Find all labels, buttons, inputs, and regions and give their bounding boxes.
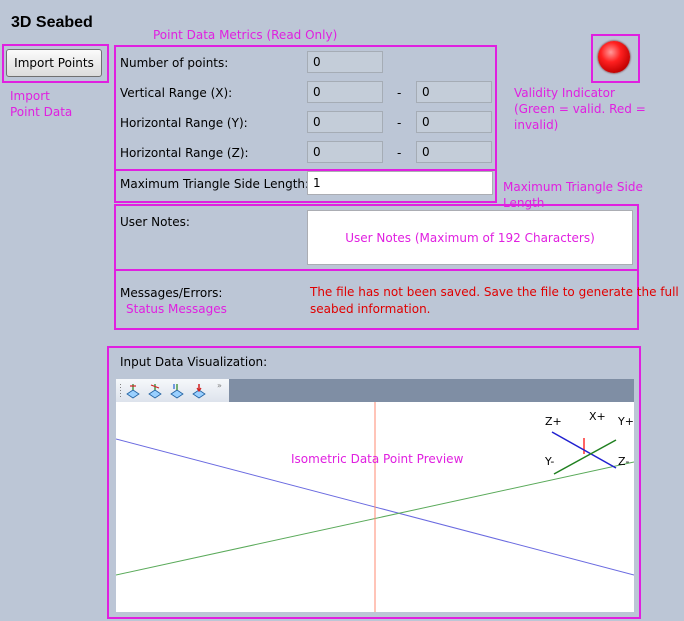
page-title: 3D Seabed: [11, 14, 93, 31]
validity-annotation: Validity Indicator (Green = valid. Red =…: [514, 85, 684, 133]
gizmo-label-y-plus: Y+: [618, 415, 634, 428]
point-count-field: 0: [307, 51, 383, 73]
metric-label-count: Number of points:: [120, 56, 229, 70]
view-iso-icon[interactable]: [192, 384, 206, 399]
toolbar-strip: »: [116, 379, 229, 402]
gizmo-label-x-plus: X+: [589, 410, 606, 423]
preview-annotation: Isometric Data Point Preview: [291, 452, 464, 466]
view-y-icon[interactable]: [148, 384, 162, 399]
import-annotation-line1: Import: [10, 89, 50, 103]
import-annotation: Import Point Data: [10, 88, 72, 120]
status-message-line2: seabed information.: [310, 302, 431, 316]
x-range-min-field: 0: [307, 81, 383, 103]
metric-label-x: Vertical Range (X):: [120, 86, 233, 100]
isometric-preview-canvas[interactable]: Isometric Data Point Preview Z+ X+ Y+ Y-…: [116, 402, 634, 612]
preview-lines: [116, 402, 634, 612]
gizmo-label-y-minus: Y-: [545, 455, 555, 468]
toolbar-overflow-icon[interactable]: »: [217, 381, 222, 390]
metric-label-z: Horizontal Range (Z):: [120, 146, 249, 160]
metrics-annotation: Point Data Metrics (Read Only): [153, 28, 338, 42]
validity-annotation-line1: Validity Indicator: [514, 86, 615, 100]
max-triangle-side-input[interactable]: [307, 171, 493, 195]
messages-annotation: Status Messages: [126, 302, 227, 316]
y-range-min-field: 0: [307, 111, 383, 133]
notes-placeholder: User Notes (Maximum of 192 Characters): [345, 231, 595, 245]
view-x-icon[interactable]: [126, 384, 140, 399]
y-range-separator: -: [397, 116, 402, 130]
gizmo-label-z-minus: Z-: [618, 455, 630, 468]
status-message-line1: The file has not been saved. Save the fi…: [310, 285, 679, 299]
notes-label: User Notes:: [120, 215, 190, 229]
messages-label: Messages/Errors:: [120, 286, 223, 300]
import-points-button[interactable]: Import Points: [6, 49, 102, 77]
visualization-label: Input Data Visualization:: [120, 355, 268, 369]
validity-annotation-line2: (Green = valid. Red = invalid): [514, 102, 646, 132]
x-range-separator: -: [397, 86, 402, 100]
user-notes-input[interactable]: User Notes (Maximum of 192 Characters): [307, 210, 633, 265]
toolbar-icons: »: [120, 381, 222, 399]
metric-label-y: Horizontal Range (Y):: [120, 116, 248, 130]
y-range-max-field: 0: [416, 111, 492, 133]
visualization-toolbar: »: [116, 379, 634, 402]
gizmo-label-z-plus: Z+: [545, 415, 562, 428]
import-annotation-line2: Point Data: [10, 105, 73, 119]
view-z-icon[interactable]: [170, 384, 184, 399]
z-range-separator: -: [397, 146, 402, 160]
z-range-max-field: 0: [416, 141, 492, 163]
status-message: The file has not been saved. Save the fi…: [310, 284, 679, 318]
triangle-label: Maximum Triangle Side Length:: [120, 177, 310, 191]
x-range-max-field: 0: [416, 81, 492, 103]
validity-indicator-icon: [598, 41, 630, 73]
z-range-min-field: 0: [307, 141, 383, 163]
